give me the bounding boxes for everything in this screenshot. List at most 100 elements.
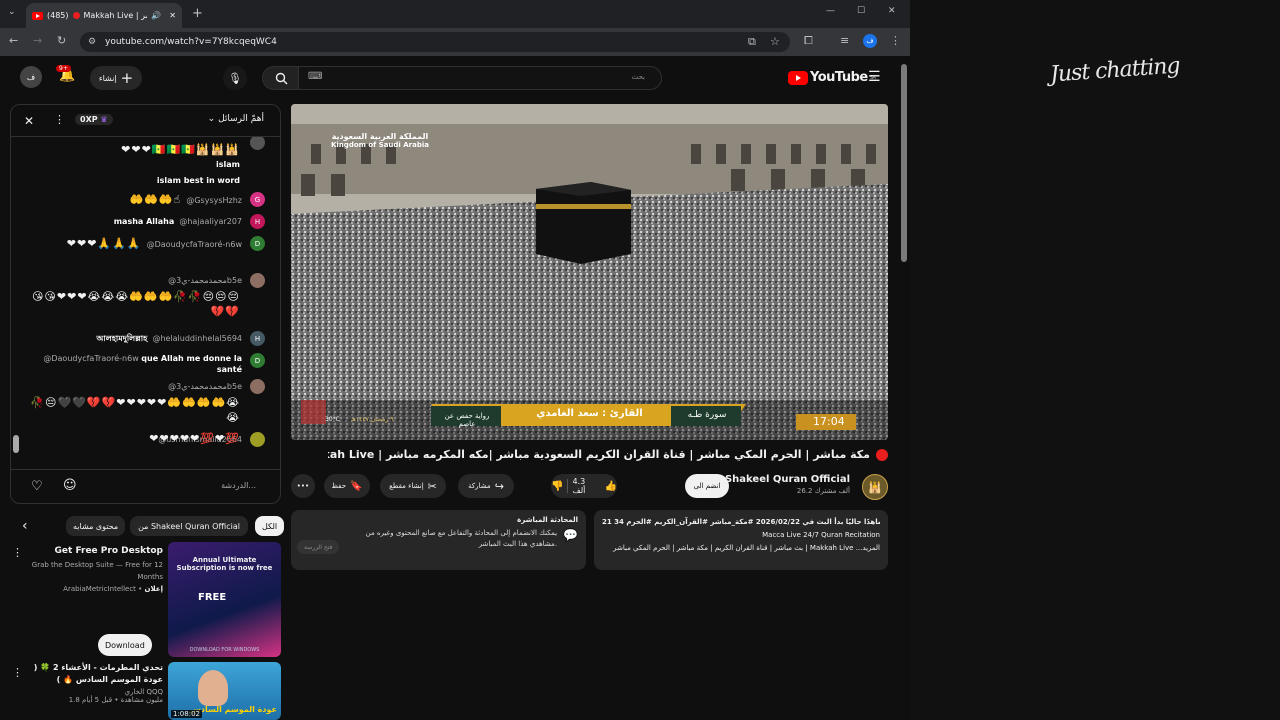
chat-message: @محمدمحمد-ي3b5e [168, 381, 242, 392]
video-more-icon[interactable]: ⋮ [12, 666, 23, 679]
ad-advertiser: ArabiaMetricIntellect [63, 585, 136, 593]
tab-close-icon[interactable]: ✕ [169, 11, 176, 20]
divider [567, 479, 569, 493]
ad-download-button[interactable]: Download [98, 634, 152, 656]
keyboard-icon[interactable]: ⌨ [308, 71, 322, 82]
hijri-date: ٩ رمضان ١٤٤٧هـ [351, 416, 394, 423]
channel-name[interactable]: Shakeel Quran Official [725, 474, 850, 485]
tab-title: Makkah Live | بث مباشر [83, 11, 148, 20]
reload-icon[interactable]: ↻ [57, 34, 66, 47]
create-button[interactable]: إنشاء + [90, 66, 142, 90]
thumbs-up-icon[interactable]: 👍 [605, 481, 617, 492]
video-info: تحدي المطرمات - الأعشاء 2 🍀 ( عودة الموس… [31, 662, 163, 704]
recommended-video[interactable]: عودة الموسم السادس 1:08:02 ⋮ تحدي المطرم… [10, 662, 281, 720]
save-button[interactable]: حفظ 🔖 [324, 474, 370, 498]
chat-message: @DaoudycfaTraoré-n6w que Allah me donne … [42, 353, 242, 375]
new-tab-button[interactable]: + [192, 6, 203, 21]
ad-thumb-subtitle: Subscription is now free [176, 564, 273, 572]
clock-time: 17:04 [813, 415, 845, 428]
just-chatting-logo: Just chatting [1049, 53, 1181, 88]
back-icon[interactable]: ← [9, 34, 18, 47]
chat-emoji-row: 😘😘❤❤❤😭😭😭🤲🤲🤲🥀🥀😔😔😔💔💔 [31, 290, 240, 318]
country-en: Kingdom of Saudi Arabia [331, 141, 429, 149]
thumb-text: عودة الموسم السادس [189, 705, 277, 714]
chat-header: ✕ ⋮ 0XP ♛ ⌄ أهمّ الرسائل [11, 105, 280, 137]
bookmark-icon: 🔖 [350, 480, 363, 492]
video-thumbnail[interactable]: عودة الموسم السادس 1:08:02 [168, 662, 281, 720]
emoji-picker-icon[interactable]: ☺ [63, 478, 77, 493]
plus-icon: + [120, 69, 134, 87]
surah-label: سورة طـه [687, 410, 727, 420]
ad-thumbnail[interactable]: Annual Ultimate Subscription is now free… [168, 542, 281, 657]
filter-chip-all[interactable]: الكل [255, 516, 285, 536]
heart-reaction-icon[interactable]: ♡ [31, 479, 43, 494]
close-chat-icon[interactable]: ✕ [24, 114, 34, 128]
chat-avatar [250, 273, 265, 288]
minimize-button[interactable]: — [826, 6, 835, 16]
more-actions-button[interactable]: ••• [291, 474, 315, 498]
hamburger-menu-icon[interactable]: ☰ [868, 69, 881, 85]
address-bar: ← → ↻ ⚙ youtube.com/watch?v=7Y8kcqeqWC4 … [0, 28, 910, 56]
tab-search-icon[interactable]: ⌄ [8, 7, 16, 17]
chat-input[interactable]: الدردشة... [221, 481, 256, 490]
site-info-icon[interactable]: ⚙ [88, 32, 96, 52]
chat-scroll-thumb[interactable] [13, 435, 19, 453]
join-button[interactable]: انضم الى [685, 474, 729, 498]
chat-author: @helaluddinhelal5694 [152, 334, 242, 343]
live-chat-card: المحادثة المباشرة يمكنك الانضمام إلى الم… [291, 510, 586, 570]
search-button[interactable] [262, 66, 300, 90]
clip-button[interactable]: إنشاء مقطع ✂ [380, 474, 446, 498]
chat-more-icon[interactable]: ⋮ [54, 113, 65, 126]
sponsored-card[interactable]: Annual Ultimate Subscription is now free… [10, 542, 281, 657]
speaker-icon[interactable]: 🔊 [151, 11, 161, 20]
open-chat-button[interactable]: فتح الزرسة [297, 540, 340, 554]
live-chat-card-title: المحادثة المباشرة [517, 516, 578, 524]
points-value: 0XP [80, 115, 98, 124]
close-window-button[interactable]: ✕ [888, 6, 896, 16]
scissors-icon: ✂ [427, 479, 437, 493]
youtube-logo[interactable]: YouTube SA [788, 70, 876, 85]
temperature: 30°C [325, 416, 340, 423]
extensions-icon[interactable]: ⧠ [804, 34, 813, 48]
video-country-overlay: المملكة العربية السعودية Kingdom of Saud… [331, 132, 429, 149]
install-app-icon[interactable]: ⧉ [748, 32, 756, 52]
clip-label: إنشاء مقطع [389, 482, 424, 490]
live-indicator-icon [72, 12, 80, 19]
search-input[interactable]: بحث [298, 66, 662, 90]
account-avatar[interactable]: ف [20, 66, 42, 88]
video-title-text: مكة مباشر | الحرم المكي مباشر | قناة الق… [328, 448, 870, 461]
description-box[interactable]: 21 34 مشاهدًا حاليًا بدأ البث في 2026/02… [594, 510, 888, 570]
ad-thumb-title: Annual Ultimate [192, 556, 257, 564]
ad-more-icon[interactable]: ⋮ [12, 546, 23, 559]
voice-search-button[interactable]: 🎙 [223, 66, 247, 90]
chat-avatar: G [250, 192, 265, 207]
chat-avatar: D [250, 353, 265, 368]
filter-chip-channel[interactable]: من Shakeel Quran Official [130, 516, 248, 536]
reciter-label: القارئ : سعد الغامدي [536, 408, 643, 419]
video-player[interactable]: المملكة العربية السعودية Kingdom of Saud… [291, 104, 888, 440]
channel-avatar[interactable]: 🕌 [862, 474, 888, 500]
narration-label: رواية حفص عن عاصم [444, 412, 490, 428]
chat-message: islam [216, 159, 240, 170]
chips-prev-icon[interactable]: ‹ [22, 518, 28, 534]
chat-mode-label: أهمّ الرسائل [218, 114, 264, 124]
live-chat-panel: ✕ ⋮ 0XP ♛ ⌄ أهمّ الرسائل ❤❤❤🇸🇳🇸🇳🇸🇳🕌🕌🕌 is… [10, 104, 281, 504]
like-count[interactable]: 4.3 ألف [572, 477, 600, 495]
bookmark-star-icon[interactable]: ☆ [770, 32, 780, 52]
points-badge[interactable]: 0XP ♛ [75, 114, 113, 125]
profile-avatar[interactable]: ف [863, 34, 877, 48]
share-button[interactable]: مشاركة ↪ [458, 474, 514, 498]
page-scroll-thumb[interactable] [901, 64, 907, 262]
media-control-icon[interactable]: ≡ [840, 34, 849, 47]
chat-avatar: H [250, 214, 265, 229]
forward-icon[interactable]: → [33, 34, 42, 47]
browser-tab-active[interactable]: (485) Makkah Live | بث مباشر 🔊 ✕ [26, 3, 182, 28]
thumbs-down-icon[interactable]: 👎 [551, 481, 563, 492]
url-field[interactable]: ⚙ youtube.com/watch?v=7Y8kcqeqWC4 ⧉ ☆ [80, 32, 790, 52]
chat-mode-dropdown[interactable]: ⌄ أهمّ الرسائل [208, 114, 264, 124]
maximize-button[interactable]: ☐ [857, 6, 865, 16]
description-line: بث مباشر | قناة القران الكريم | مكة مباش… [613, 544, 880, 552]
chat-message-text: আলহামদুলিল্লাহ [96, 334, 148, 343]
browser-menu-icon[interactable]: ⋮ [890, 34, 901, 47]
filter-chip-related[interactable]: محتوى مشابه [66, 516, 126, 536]
